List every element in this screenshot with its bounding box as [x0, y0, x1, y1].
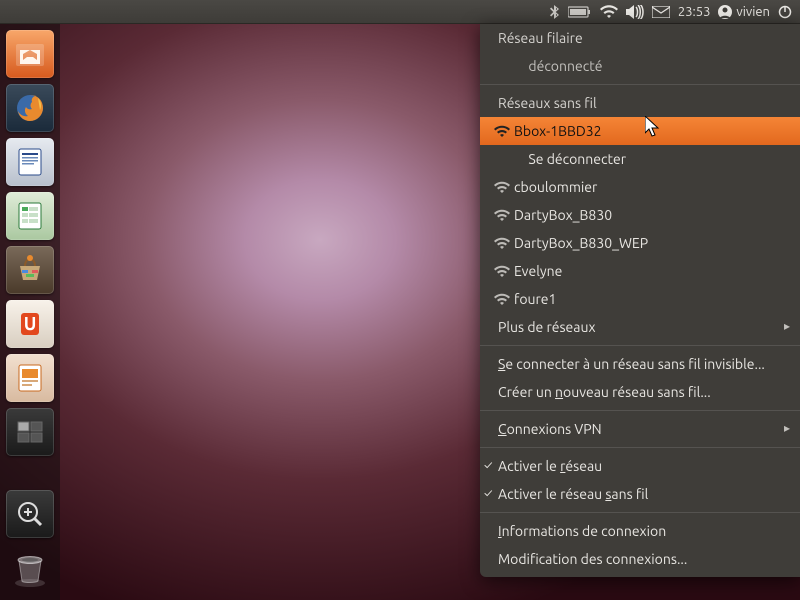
- impress-icon: [12, 360, 48, 396]
- trash-icon: [9, 547, 51, 589]
- wifi-disconnect-item[interactable]: Se déconnecter: [480, 145, 800, 173]
- bluetooth-icon[interactable]: [550, 5, 560, 19]
- wifi-network-item[interactable]: Evelyne: [480, 257, 800, 285]
- separator: [480, 84, 800, 85]
- launcher-calc[interactable]: [6, 192, 54, 240]
- wifi-indicator-icon[interactable]: [600, 5, 618, 19]
- launcher-firefox[interactable]: [6, 84, 54, 132]
- battery-icon[interactable]: [568, 6, 592, 18]
- create-new-network-item[interactable]: Créer un nouveau réseau sans fil...: [480, 378, 800, 406]
- workspace-switcher-icon: [12, 414, 48, 450]
- wifi-signal-icon: [494, 181, 510, 193]
- user-menu[interactable]: vivien: [718, 5, 770, 19]
- launcher-impress[interactable]: [6, 354, 54, 402]
- mail-icon[interactable]: [652, 6, 670, 18]
- launcher-software-center[interactable]: [6, 246, 54, 294]
- wired-status: déconnecté: [480, 52, 800, 80]
- wifi-ssid-label: Evelyne: [514, 261, 562, 281]
- wifi-ssid-label: foure1: [514, 289, 556, 309]
- separator: [480, 410, 800, 411]
- launcher-files[interactable]: [6, 30, 54, 78]
- wired-header: Réseau filaire: [480, 24, 800, 52]
- calc-icon: [12, 198, 48, 234]
- vpn-item[interactable]: Connexions VPN: [480, 415, 800, 443]
- wifi-ssid-label: DartyBox_B830: [514, 205, 612, 225]
- wifi-signal-icon: [494, 237, 510, 249]
- more-networks-item[interactable]: Plus de réseaux: [480, 313, 800, 341]
- svg-text:U: U: [24, 314, 37, 334]
- launcher-ubuntu-one[interactable]: U: [6, 300, 54, 348]
- power-icon[interactable]: [778, 5, 792, 19]
- software-center-icon: [12, 252, 48, 288]
- wireless-header: Réseaux sans fil: [480, 89, 800, 117]
- wifi-signal-icon: [494, 265, 510, 277]
- wifi-signal-icon: [494, 125, 510, 137]
- wifi-signal-icon: [494, 293, 510, 305]
- clock[interactable]: 23:53: [678, 5, 711, 19]
- launcher-trash[interactable]: [6, 544, 54, 592]
- connection-info-item[interactable]: Informations de connexion: [480, 517, 800, 545]
- top-panel: 23:53 vivien: [0, 0, 800, 24]
- separator: [480, 345, 800, 346]
- separator: [480, 512, 800, 513]
- separator: [480, 447, 800, 448]
- network-menu: Réseau filaire déconnecté Réseaux sans f…: [480, 24, 800, 577]
- wifi-network-item[interactable]: cboulommier: [480, 173, 800, 201]
- wifi-connected-item[interactable]: Bbox-1BBD32: [480, 117, 800, 145]
- connect-hidden-item[interactable]: Se connecter à un réseau sans fil invisi…: [480, 350, 800, 378]
- user-name: vivien: [736, 5, 770, 19]
- wifi-network-item[interactable]: foure1: [480, 285, 800, 313]
- launcher-writer[interactable]: [6, 138, 54, 186]
- files-icon: [12, 36, 48, 72]
- zoom-icon: [12, 496, 48, 532]
- launcher: U: [0, 24, 60, 600]
- wifi-ssid-label: Bbox-1BBD32: [514, 121, 602, 141]
- firefox-icon: [12, 90, 48, 126]
- wifi-signal-icon: [494, 209, 510, 221]
- wifi-ssid-label: DartyBox_B830_WEP: [514, 233, 648, 253]
- wifi-network-item[interactable]: DartyBox_B830: [480, 201, 800, 229]
- enable-wifi-item[interactable]: ✓Activer le réseau sans fil: [480, 480, 800, 508]
- writer-icon: [12, 144, 48, 180]
- launcher-workspace-switcher[interactable]: [6, 408, 54, 456]
- ubuntu-one-icon: U: [12, 306, 48, 342]
- check-icon: ✓: [484, 456, 492, 476]
- enable-network-item[interactable]: ✓Activer le réseau: [480, 452, 800, 480]
- wifi-network-item[interactable]: DartyBox_B830_WEP: [480, 229, 800, 257]
- mouse-cursor: [645, 116, 661, 140]
- edit-connections-item[interactable]: Modification des connexions...: [480, 545, 800, 573]
- launcher-zoom[interactable]: [6, 490, 54, 538]
- wifi-ssid-label: cboulommier: [514, 177, 597, 197]
- volume-icon[interactable]: [626, 5, 644, 19]
- check-icon: ✓: [484, 484, 492, 504]
- user-icon: [718, 5, 732, 19]
